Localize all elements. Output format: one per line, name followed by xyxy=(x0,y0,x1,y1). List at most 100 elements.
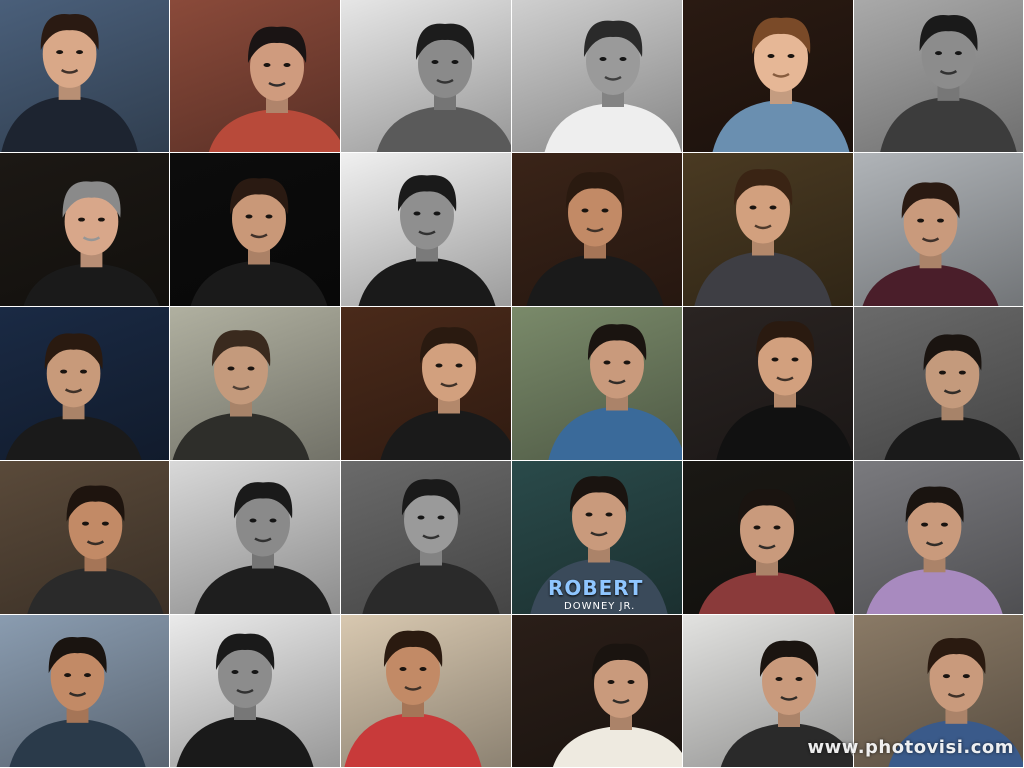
collage-photo-r3c1 xyxy=(0,307,170,461)
eye-shape xyxy=(417,515,425,520)
eye-shape xyxy=(603,360,611,365)
eye-shape xyxy=(619,57,627,61)
eye-shape xyxy=(769,205,777,210)
eye-shape xyxy=(251,670,259,674)
clothing-shape xyxy=(1,95,138,152)
eye-shape xyxy=(773,525,781,530)
collage-photo-r5c2 xyxy=(170,615,341,768)
poster-caption-subtitle: DOWNEY JR. xyxy=(564,601,636,612)
eye-shape xyxy=(940,522,948,527)
watermark-text: www.photovisi.com xyxy=(807,737,1014,758)
portrait-figure xyxy=(376,23,511,152)
collage-photo-r5c3 xyxy=(341,615,512,768)
collage-photo-r3c6 xyxy=(854,307,1024,461)
eye-shape xyxy=(795,677,803,681)
eye-shape xyxy=(937,218,944,223)
eye-shape xyxy=(599,57,607,61)
portrait-figure xyxy=(27,485,164,614)
collage-photo-r4c3 xyxy=(341,461,512,615)
eye-shape xyxy=(749,205,757,210)
portrait-figure xyxy=(358,175,496,306)
eye-shape xyxy=(399,667,407,671)
collage-photo-r4c4: ROBERT DOWNEY JR. xyxy=(512,461,683,615)
eye-shape xyxy=(917,218,925,223)
eye-shape xyxy=(84,673,91,678)
eye-shape xyxy=(247,366,255,371)
eye-shape xyxy=(623,360,631,365)
eye-shape xyxy=(64,673,72,678)
eye-shape xyxy=(227,366,235,371)
clothing-shape xyxy=(548,406,682,460)
clothing-shape xyxy=(194,564,332,614)
portrait-figure xyxy=(862,182,999,306)
portrait-figure xyxy=(526,172,664,306)
collage-photo-r3c4 xyxy=(512,307,683,461)
collage-photo-r2c1 xyxy=(0,153,170,307)
portrait-figure xyxy=(344,630,482,767)
collage-photo-r4c6 xyxy=(854,461,1024,615)
collage-photo-r1c1 xyxy=(0,0,170,153)
clothing-shape xyxy=(5,415,142,460)
portrait-figure xyxy=(9,636,146,767)
collage-photo-r1c5 xyxy=(683,0,854,153)
clothing-shape xyxy=(23,263,160,306)
collage-photo-r1c2 xyxy=(170,0,341,153)
portrait-figure xyxy=(176,633,314,767)
portrait-figure xyxy=(5,333,142,460)
photo-collage-grid: ROBERT DOWNEY JR. xyxy=(0,0,1024,768)
collage-photo-r2c5 xyxy=(683,153,854,307)
eye-shape xyxy=(942,674,950,679)
collage-photo-r5c4 xyxy=(512,615,683,768)
eye-shape xyxy=(791,357,799,362)
collage-photo-r2c4 xyxy=(512,153,683,307)
clothing-shape xyxy=(190,260,328,306)
eye-shape xyxy=(585,512,593,517)
portrait-figure xyxy=(23,181,160,306)
eye-shape xyxy=(78,217,85,222)
clothing-shape xyxy=(553,726,682,767)
clothing-shape xyxy=(344,713,482,767)
eye-shape xyxy=(455,363,463,368)
eye-shape xyxy=(921,522,929,527)
eye-shape xyxy=(607,680,615,684)
eye-shape xyxy=(413,211,421,216)
collage-photo-r3c3 xyxy=(341,307,512,461)
eye-shape xyxy=(753,525,761,530)
collage-photo-r2c3 xyxy=(341,153,512,307)
eye-shape xyxy=(60,369,68,374)
portrait-figure xyxy=(190,178,328,306)
portrait-figure xyxy=(194,482,332,614)
clothing-shape xyxy=(694,251,832,306)
portrait-figure xyxy=(698,489,836,614)
eye-shape xyxy=(433,211,441,216)
eye-shape xyxy=(601,208,609,213)
eye-shape xyxy=(605,512,613,517)
portrait-figure xyxy=(716,321,853,460)
collage-photo-r1c6 xyxy=(854,0,1024,153)
eye-shape xyxy=(775,677,783,681)
portrait-figure xyxy=(880,14,1017,152)
clothing-shape xyxy=(376,106,511,152)
eye-shape xyxy=(938,370,946,375)
clothing-shape xyxy=(208,109,340,152)
eye-shape xyxy=(263,63,271,67)
eye-shape xyxy=(269,518,277,523)
collage-photo-r3c2 xyxy=(170,307,341,461)
portrait-figure xyxy=(362,479,500,614)
eye-shape xyxy=(56,50,64,55)
clothing-shape xyxy=(176,716,314,767)
clothing-shape xyxy=(362,561,500,614)
portrait-figure xyxy=(866,486,1003,614)
eye-shape xyxy=(627,680,635,684)
portrait-figure xyxy=(712,17,850,152)
eye-shape xyxy=(954,51,962,56)
clothing-shape xyxy=(862,264,999,306)
clothing-shape xyxy=(172,412,310,460)
eye-shape xyxy=(431,60,439,64)
collage-photo-r4c2 xyxy=(170,461,341,615)
portrait-figure xyxy=(553,643,682,767)
eye-shape xyxy=(419,667,427,671)
clothing-shape xyxy=(712,100,850,152)
eye-shape xyxy=(437,515,445,520)
eye-shape xyxy=(245,214,253,219)
